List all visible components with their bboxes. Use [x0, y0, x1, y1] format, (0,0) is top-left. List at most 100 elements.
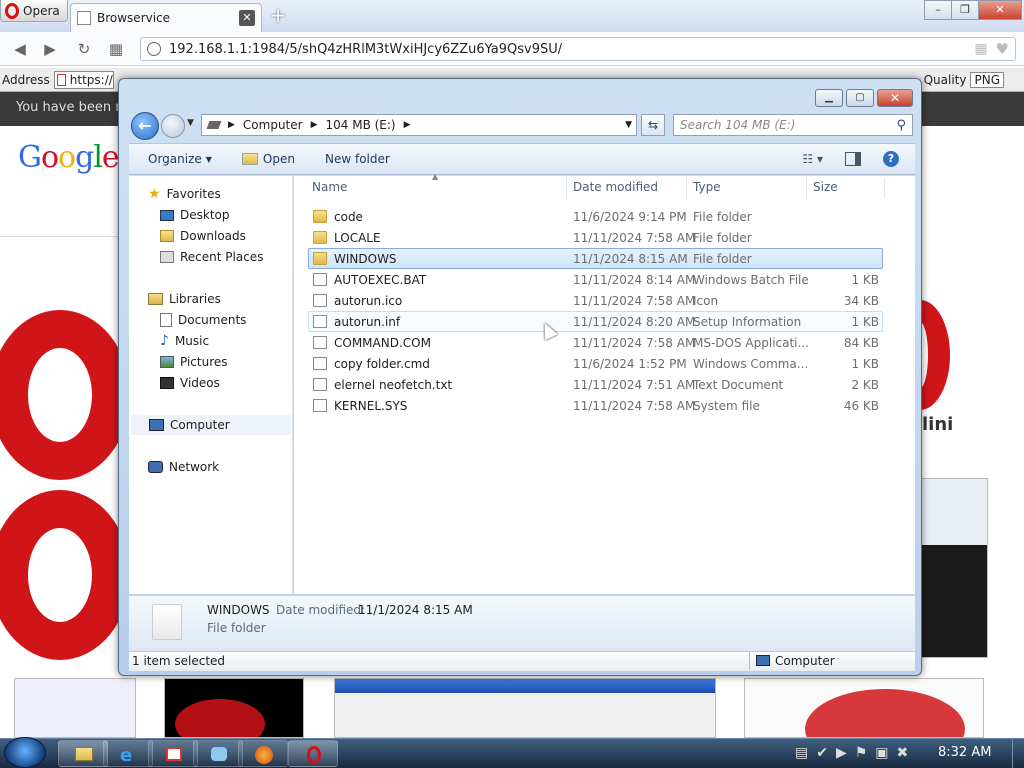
file-row[interactable]: AUTOEXEC.BAT 11/11/2024 8:14 AM Windows Ba… — [308, 269, 883, 290]
breadcrumb-chevron-icon[interactable]: ▶ — [404, 120, 411, 130]
new-tab-button[interactable]: + — [268, 5, 288, 26]
column-divider[interactable] — [686, 178, 687, 198]
file-row[interactable]: WINDOWS 11/1/2024 8:15 AM File folder — [308, 248, 883, 269]
opera-restore-button[interactable]: ❐ — [951, 0, 979, 20]
help-icon[interactable]: ? — [883, 151, 899, 167]
file-type: System file — [693, 399, 760, 413]
nav-music-label: Music — [174, 334, 210, 348]
phone-screenshot — [920, 478, 988, 658]
status-divider — [749, 652, 750, 670]
nav-libraries[interactable]: Libraries — [148, 289, 312, 309]
nav-favorites[interactable]: ★ Favorites — [148, 184, 312, 204]
system-tray-icons[interactable]: ▤✔▶⚑▣✖ — [795, 745, 916, 761]
breadcrumb-chevron-icon[interactable]: ▶ — [311, 120, 318, 130]
forward-arrow-icon[interactable]: ▶ — [40, 40, 60, 58]
file-name: copy folder.cmd — [334, 357, 430, 371]
breadcrumb-drive[interactable]: 104 MB (E:) — [326, 118, 396, 132]
refresh-button[interactable]: ⇆ — [641, 114, 665, 136]
speed-dial-icon[interactable]: ▦ — [106, 40, 126, 58]
start-button[interactable] — [4, 737, 46, 768]
taskbar-internet-explorer[interactable]: e — [103, 740, 153, 767]
file-type: Setup Information — [693, 315, 802, 329]
breadcrumb-history-chevron-icon[interactable]: ▼ — [625, 120, 632, 130]
status-location: Computer — [775, 654, 835, 668]
file-row[interactable]: autorun.ico 11/11/2024 7:58 AM Icon 34 KB — [308, 290, 883, 311]
file-row[interactable]: copy folder.cmd 11/6/2024 1:52 PM Windows … — [308, 353, 883, 374]
taskbar-app-3[interactable] — [148, 740, 198, 767]
thumbnail-2[interactable] — [164, 678, 304, 738]
google-logo-letter: G — [18, 140, 42, 175]
explorer-minimize-button[interactable]: ▁ — [815, 89, 843, 107]
star-icon: ★ — [148, 186, 161, 202]
breadcrumb-computer[interactable]: Computer — [243, 118, 303, 132]
nav-network[interactable]: Network — [148, 457, 312, 477]
url-field[interactable]: 192.168.1.1:1984/5/shQ4zHRlM3tWxiHJcy6ZZ… — [140, 37, 1016, 61]
breadcrumb-chevron-icon[interactable]: ▶ — [228, 120, 235, 130]
file-row[interactable]: COMMAND.COM 11/11/2024 7:58 AM MS-DOS Appl… — [308, 332, 883, 353]
new-folder-button[interactable]: New folder — [325, 152, 390, 166]
stash-icon[interactable]: ▦ — [974, 41, 987, 57]
thumbnail-3[interactable] — [334, 678, 716, 738]
file-row[interactable]: LOCALE 11/11/2024 7:58 AM File folder — [308, 227, 883, 248]
column-header-type[interactable]: Type — [693, 180, 721, 194]
folder-icon — [313, 252, 327, 265]
explorer-close-button[interactable]: ✕ — [877, 89, 913, 107]
opera-icon — [307, 746, 321, 764]
file-date: 11/11/2024 7:58 AM — [573, 294, 696, 308]
back-arrow-icon[interactable]: ◀ — [10, 40, 30, 58]
file-date: 11/6/2024 9:14 PM — [573, 210, 687, 224]
file-row[interactable]: elernel neofetch.txt 11/11/2024 7:51 AM Te… — [308, 374, 883, 395]
column-divider[interactable] — [806, 178, 807, 198]
explorer-back-button[interactable]: ← — [131, 112, 159, 140]
file-name: KERNEL.SYS — [334, 399, 408, 413]
taskbar-explorer[interactable] — [58, 740, 108, 767]
opera-close-button[interactable]: ✕ — [978, 0, 1022, 20]
column-header-size[interactable]: Size — [813, 180, 838, 194]
view-options-icon[interactable]: ☷ ▾ — [802, 152, 823, 166]
reload-icon[interactable]: ↻ — [74, 40, 94, 58]
taskbar-firefox[interactable] — [238, 740, 288, 767]
file-type: Text Document — [693, 378, 784, 392]
file-icon — [313, 294, 327, 307]
opera-menu-label: Opera — [23, 3, 60, 18]
taskbar-app-4[interactable] — [193, 740, 243, 767]
file-row[interactable]: autorun.inf 11/11/2024 8:20 AM Setup Infor… — [308, 311, 883, 332]
recent-pages-chevron-icon[interactable]: ▼ — [187, 118, 194, 128]
column-divider[interactable] — [566, 178, 567, 198]
file-type: Windows Batch File — [693, 273, 809, 287]
sort-ascending-icon: ▲ — [432, 172, 439, 181]
address-breadcrumb[interactable]: ▶ Computer ▶ 104 MB (E:) ▶ ▼ — [201, 114, 637, 136]
organize-button[interactable]: Organize ▼ — [148, 152, 212, 166]
opera-minimize-button[interactable]: – — [924, 0, 952, 20]
column-divider[interactable] — [884, 178, 885, 198]
search-input[interactable]: Search 104 MB (E:) ⚲ — [673, 114, 913, 136]
quality-label: Quality — [923, 72, 967, 87]
tab-close-icon[interactable]: ✕ — [239, 10, 255, 26]
google-logo-letter: g — [75, 140, 94, 175]
tab-browservice[interactable]: Browservice ✕ — [70, 3, 262, 32]
explorer-forward-button[interactable]: → — [161, 114, 185, 138]
heart-icon[interactable]: ♥ — [996, 40, 1009, 58]
taskbar-clock[interactable]: 8:32 AM — [938, 745, 991, 760]
file-size: 84 KB — [843, 336, 879, 350]
nav-computer[interactable]: Computer — [131, 415, 291, 435]
column-header-date[interactable]: Date modified — [573, 180, 658, 194]
preview-pane-icon[interactable] — [845, 152, 861, 166]
open-button[interactable]: Open — [241, 152, 295, 166]
opera-menu-button[interactable]: Opera — [0, 0, 68, 22]
thumbnail-1[interactable] — [14, 678, 136, 738]
show-desktop-button[interactable] — [1012, 739, 1024, 768]
address-field[interactable]: https:// — [53, 70, 114, 89]
tab-title: Browservice — [97, 11, 171, 25]
taskbar-opera[interactable] — [288, 740, 338, 767]
nav-libraries-label: Libraries — [169, 292, 221, 306]
thumbnail-4[interactable] — [744, 678, 984, 738]
explorer-maximize-button[interactable]: ▢ — [846, 89, 874, 107]
search-icon[interactable]: ⚲ — [896, 118, 906, 133]
quality-select[interactable]: PNG — [970, 71, 1004, 88]
file-row[interactable]: code 11/6/2024 9:14 PM File folder — [308, 206, 883, 227]
drive-icon — [206, 121, 222, 129]
file-row[interactable]: KERNEL.SYS 11/11/2024 7:58 AM System file 4… — [308, 395, 883, 416]
column-header-name[interactable]: Name — [312, 180, 347, 194]
site-info-icon[interactable] — [147, 42, 161, 56]
